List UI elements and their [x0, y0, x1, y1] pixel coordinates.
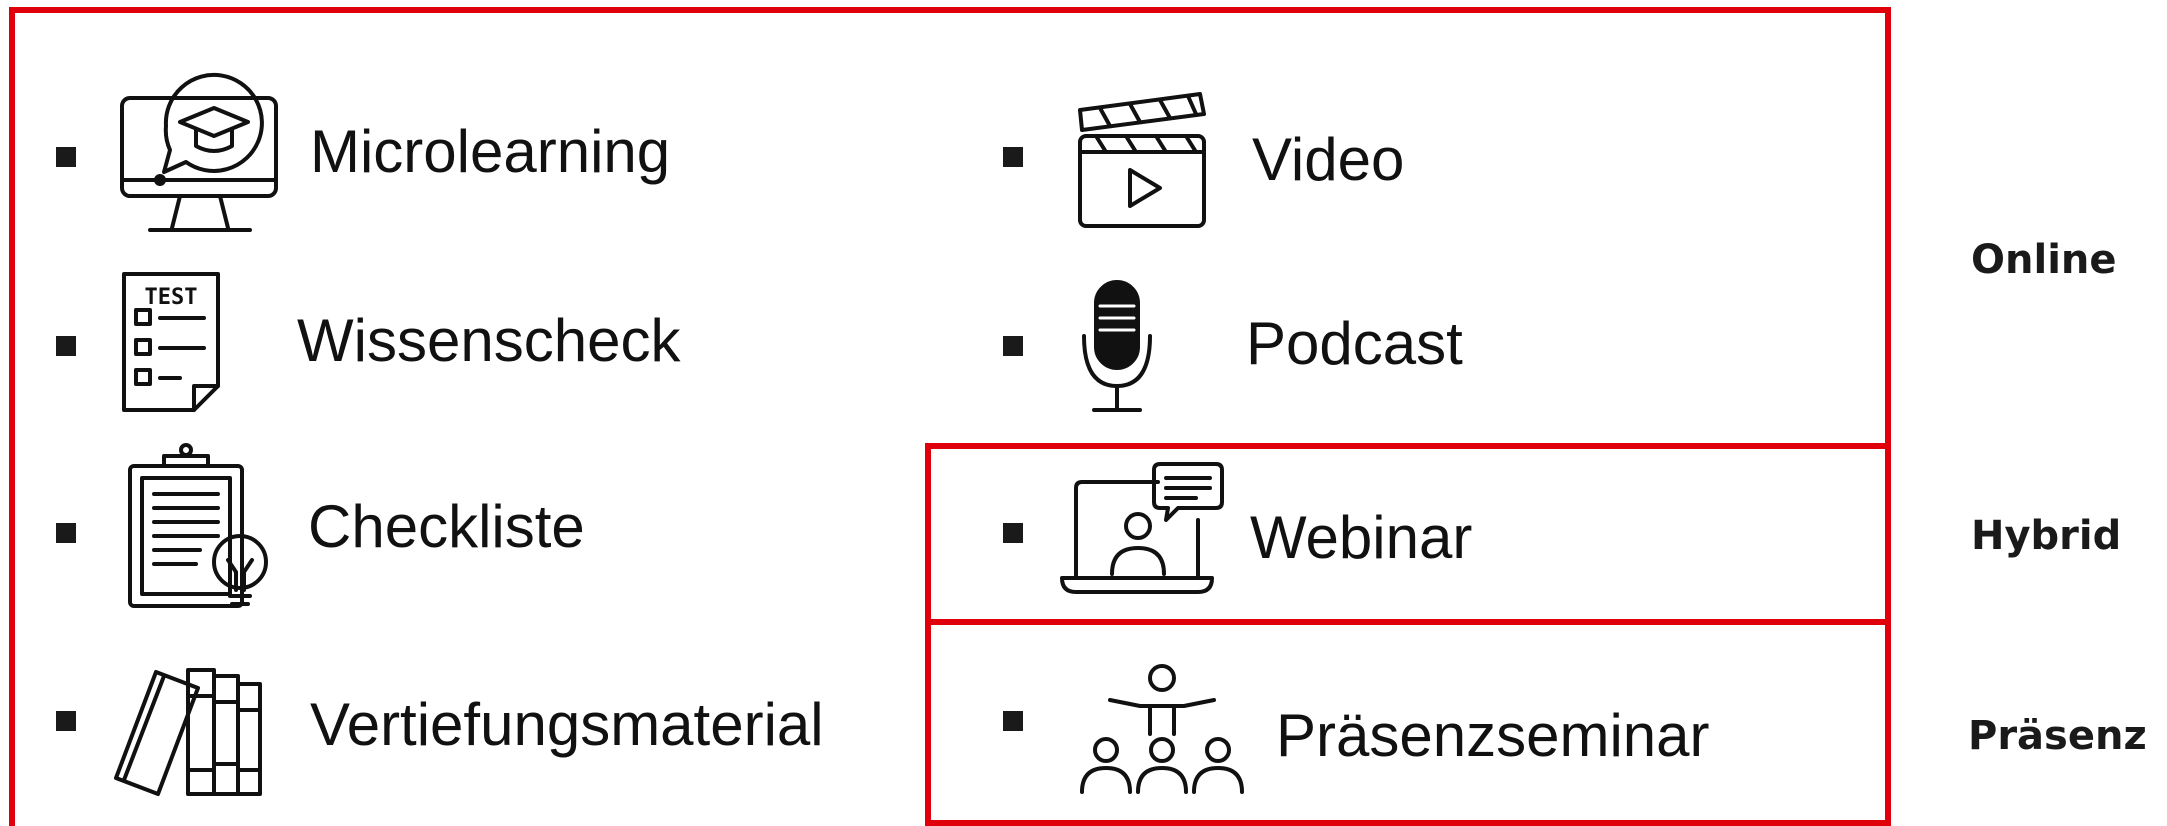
bullet-microlearning — [56, 147, 76, 167]
item-label-checkliste: Checkliste — [308, 493, 585, 560]
bullet-checkliste — [56, 523, 76, 543]
item-label-wissenscheck: Wissenscheck — [297, 307, 681, 374]
item-label-webinar: Webinar — [1250, 504, 1473, 571]
clapperboard-icon — [1078, 92, 1206, 228]
item-label-vertiefungsmaterial: Vertiefungsmaterial — [310, 691, 824, 758]
clipboard-lightbulb-icon — [128, 443, 268, 608]
monitor-graduation-cap-icon — [120, 72, 278, 232]
item-label-praesenzseminar: Präsenzseminar — [1276, 702, 1710, 769]
category-label-online: Online — [1971, 237, 2117, 283]
category-label-praesenz: Präsenz — [1968, 713, 2147, 759]
bullet-vertiefungsmaterial — [56, 711, 76, 731]
item-label-microlearning: Microlearning — [310, 118, 671, 185]
presenter-audience-icon — [1080, 664, 1244, 794]
laptop-webinar-icon — [1060, 462, 1224, 594]
bullet-wissenscheck — [56, 336, 76, 356]
bullet-webinar — [1003, 523, 1023, 543]
category-label-hybrid: Hybrid — [1971, 513, 2122, 559]
test-icon-label: TEST — [145, 285, 198, 310]
bullet-podcast — [1003, 336, 1023, 356]
item-label-video: Video — [1252, 126, 1405, 193]
item-label-podcast: Podcast — [1246, 310, 1463, 377]
microphone-icon — [1082, 280, 1152, 412]
bullet-video — [1003, 147, 1023, 167]
books-icon — [114, 668, 262, 796]
bullet-praesenzseminar — [1003, 711, 1023, 731]
